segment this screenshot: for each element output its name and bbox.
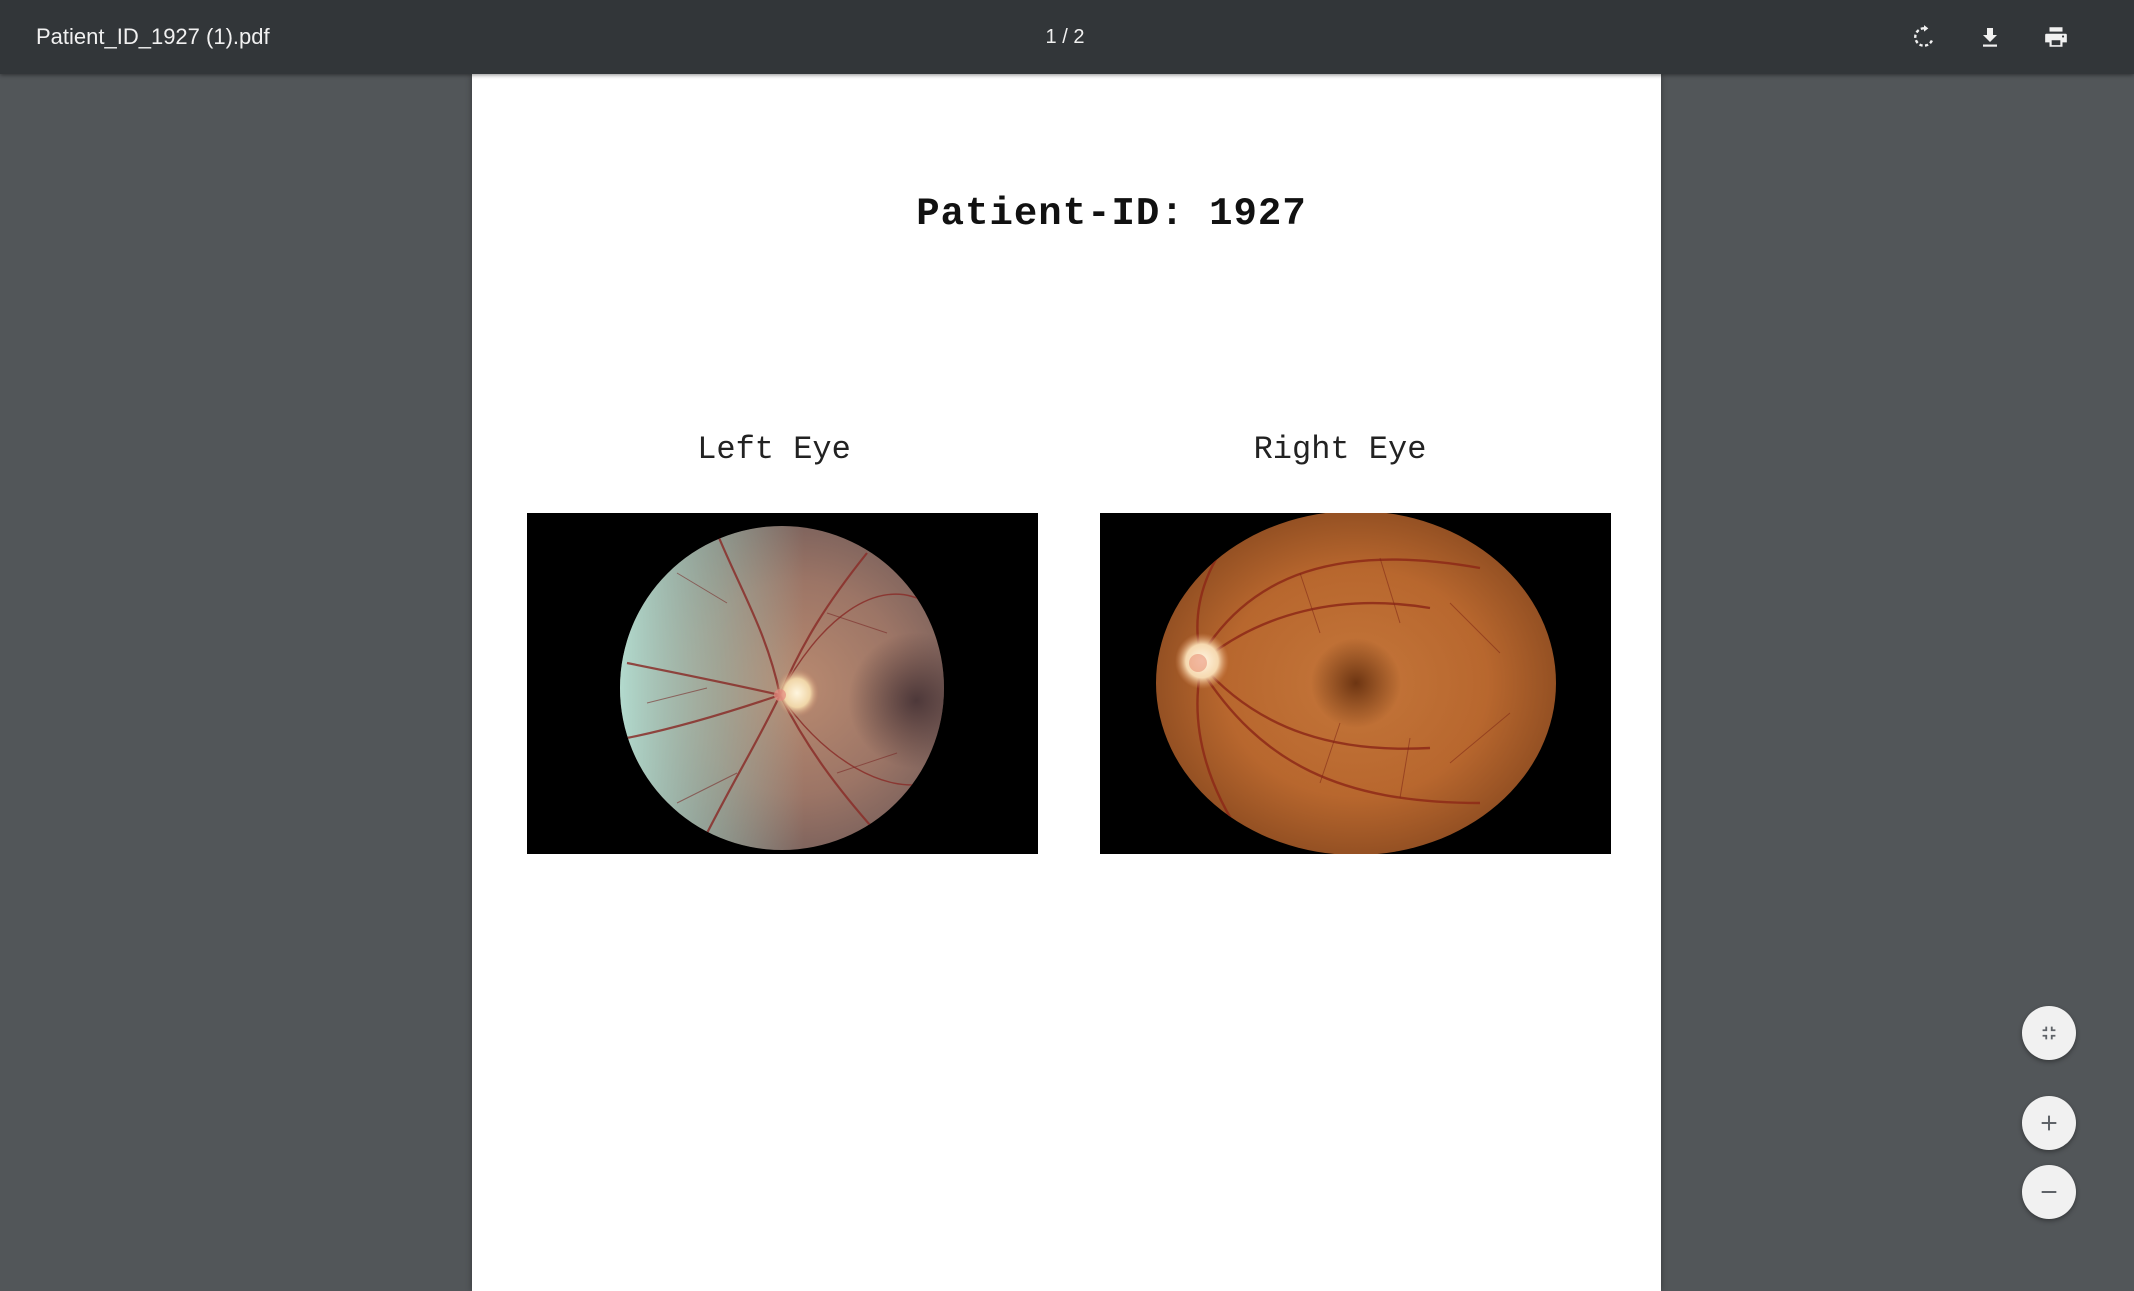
- rotate-icon: [1914, 25, 1934, 47]
- zoom-out-button[interactable]: [2022, 1165, 2076, 1219]
- fit-to-page-button[interactable]: [2022, 1006, 2076, 1060]
- print-icon: [2045, 27, 2067, 47]
- pdf-toolbar: Patient_ID_1927 (1).pdf 1 / 2: [0, 0, 2134, 74]
- pdf-page: Patient-ID: 1927 Left Eye Right Eye: [472, 74, 1661, 1291]
- page-indicator: 1 / 2: [1045, 26, 1085, 48]
- right-eye-fundus-image: [1100, 513, 1611, 854]
- download-button[interactable]: [1969, 16, 2011, 58]
- patient-id-heading: Patient-ID: 1927: [916, 192, 1307, 236]
- right-eye-caption: Right Eye: [1253, 431, 1427, 468]
- pdf-viewer[interactable]: Patient-ID: 1927 Left Eye Right Eye: [0, 74, 2134, 1291]
- left-eye-fundus-image: [527, 513, 1038, 854]
- print-button[interactable]: [2035, 16, 2077, 58]
- download-icon: [1983, 28, 1997, 47]
- rotate-button[interactable]: [1903, 16, 1945, 58]
- zoom-in-button[interactable]: [2022, 1096, 2076, 1150]
- fit-to-page-icon: [2042, 1026, 2056, 1040]
- document-title: Patient_ID_1927 (1).pdf: [36, 24, 270, 49]
- left-eye-caption: Left Eye: [697, 431, 851, 468]
- plus-icon: [2041, 1115, 2057, 1131]
- minus-icon: [2041, 1190, 2057, 1194]
